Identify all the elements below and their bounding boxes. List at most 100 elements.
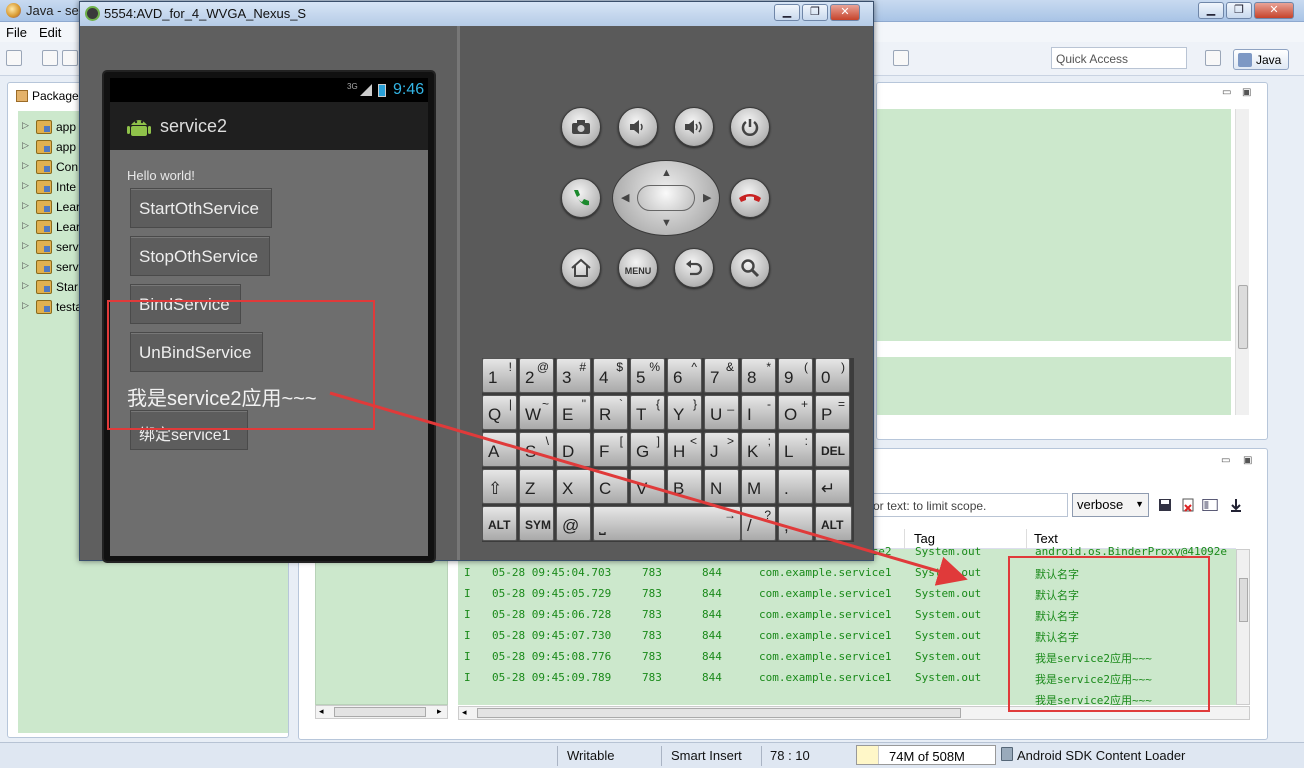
logcat-level-select[interactable]: verbose ▼ <box>1072 493 1149 517</box>
key[interactable]: 3 # <box>556 358 591 393</box>
new-icon[interactable] <box>6 50 22 66</box>
key[interactable]: DEL <box>815 432 850 467</box>
expand-arrow-icon[interactable]: ▷ <box>22 220 29 231</box>
key[interactable]: I- <box>741 395 776 430</box>
expand-arrow-icon[interactable]: ▷ <box>22 280 29 291</box>
logcat-vscroll-thumb[interactable] <box>1239 578 1248 622</box>
key[interactable]: C <box>593 469 628 504</box>
key[interactable]: 9( <box>778 358 813 393</box>
dpad[interactable]: ▲ ▼ ◀ ▶ <box>612 160 720 236</box>
key[interactable]: E " <box>556 395 591 430</box>
key[interactable]: G] <box>630 432 665 467</box>
clear-log-icon[interactable] <box>1180 497 1196 513</box>
scroll-left-icon[interactable]: ◂ <box>319 706 324 717</box>
minimize-button[interactable]: ▁ <box>1198 2 1224 19</box>
package-item[interactable]: ▷ Lear <box>18 197 88 217</box>
package-item[interactable]: ▷ Lear <box>18 217 88 237</box>
toggle-filters-icon[interactable] <box>1202 497 1218 513</box>
key[interactable]: ALT <box>815 506 852 541</box>
key[interactable]: @ <box>556 506 591 541</box>
key[interactable]: R ` <box>593 395 628 430</box>
open-perspective-icon[interactable] <box>1205 50 1221 66</box>
key[interactable]: 1! <box>482 358 517 393</box>
dpad-up-icon[interactable]: ▲ <box>661 167 672 179</box>
menu-edit[interactable]: Edit <box>39 25 61 40</box>
key[interactable]: 6 ^ <box>667 358 702 393</box>
scroll-lock-icon[interactable] <box>1228 497 1244 513</box>
key[interactable]: F[ <box>593 432 628 467</box>
menu-button[interactable]: MENU <box>618 248 658 288</box>
emulator-maximize-button[interactable]: ❐ <box>802 4 828 21</box>
end-call-button[interactable] <box>730 178 770 218</box>
scroll-left-icon[interactable]: ◂ <box>462 707 467 718</box>
expand-arrow-icon[interactable]: ▷ <box>22 180 29 191</box>
start-oth-service-button[interactable]: StartOthService <box>130 188 272 228</box>
package-item[interactable]: ▷ serv <box>18 257 88 277</box>
key[interactable]: 7 & <box>704 358 739 393</box>
package-item[interactable]: ▷ Con <box>18 157 88 177</box>
key[interactable]: ALT <box>482 506 517 541</box>
package-item[interactable]: ▷ Star <box>18 277 88 297</box>
expand-arrow-icon[interactable]: ▷ <box>22 200 29 211</box>
call-button[interactable] <box>561 178 601 218</box>
key[interactable]: H < <box>667 432 702 467</box>
package-explorer-tab[interactable]: Package <box>12 85 86 107</box>
toolbar-misc-icon[interactable] <box>893 50 909 66</box>
key[interactable]: 0) <box>815 358 850 393</box>
key[interactable]: T{ <box>630 395 665 430</box>
scroll-right-icon[interactable]: ▸ <box>437 706 442 717</box>
key[interactable]: Z <box>519 469 554 504</box>
editor-scroll-thumb[interactable] <box>1238 285 1248 349</box>
menu-file[interactable]: File <box>6 25 27 40</box>
key[interactable]: X <box>556 469 591 504</box>
garbage-collect-icon[interactable] <box>1001 747 1013 761</box>
volume-down-button[interactable] <box>618 107 658 147</box>
key[interactable]: D <box>556 432 591 467</box>
package-item[interactable]: ▷ serv <box>18 237 88 257</box>
heap-status[interactable]: 74M of 508M <box>856 745 996 765</box>
java-perspective-button[interactable]: Java <box>1233 49 1289 70</box>
expand-arrow-icon[interactable]: ▷ <box>22 260 29 271</box>
key[interactable]: B <box>667 469 702 504</box>
expand-arrow-icon[interactable]: ▷ <box>22 160 29 171</box>
dpad-left-icon[interactable]: ◀ <box>621 191 629 204</box>
save-log-icon[interactable] <box>1157 497 1173 513</box>
key[interactable]: ↵ <box>815 469 850 504</box>
logcat-filter-input[interactable]: or text: to limit scope. <box>868 493 1068 517</box>
key[interactable]: V <box>630 469 665 504</box>
save-icon[interactable] <box>42 50 58 66</box>
key[interactable]: 5% <box>630 358 665 393</box>
camera-button[interactable] <box>561 107 601 147</box>
key[interactable]: K; <box>741 432 776 467</box>
log-minimize-icon[interactable]: ▭ <box>1221 455 1230 466</box>
dpad-down-icon[interactable]: ▼ <box>661 217 672 229</box>
package-item[interactable]: ▷ testa <box>18 297 88 317</box>
expand-arrow-icon[interactable]: ▷ <box>22 300 29 311</box>
key[interactable]: , <box>778 506 813 541</box>
key[interactable]: N <box>704 469 739 504</box>
filter-list-hscrollbar[interactable]: ◂ ▸ <box>315 705 448 719</box>
key[interactable]: M <box>741 469 776 504</box>
panel-maximize-icon[interactable]: ▣ <box>1242 87 1251 98</box>
key[interactable]: A <box>482 432 517 467</box>
emulator-minimize-button[interactable]: ▁ <box>774 4 800 21</box>
key[interactable]: J > <box>704 432 739 467</box>
key[interactable]: Q | <box>482 395 517 430</box>
home-button[interactable] <box>561 248 601 288</box>
search-button[interactable] <box>730 248 770 288</box>
package-item[interactable]: ▷ app <box>18 137 88 157</box>
dpad-right-icon[interactable]: ▶ <box>703 191 711 204</box>
back-button[interactable] <box>674 248 714 288</box>
key[interactable]: 8 * <box>741 358 776 393</box>
quick-access-input[interactable]: Quick Access <box>1051 47 1187 69</box>
key[interactable]: W ~ <box>519 395 554 430</box>
logcat-vertical-scrollbar[interactable] <box>1236 549 1250 705</box>
key[interactable]: P = <box>815 395 850 430</box>
key[interactable]: Y} <box>667 395 702 430</box>
key[interactable]: SYM <box>519 506 554 541</box>
logcat-hscroll-thumb[interactable] <box>477 708 961 718</box>
key[interactable]: O + <box>778 395 813 430</box>
package-item[interactable]: ▷ app <box>18 117 88 137</box>
key[interactable]: S \ <box>519 432 554 467</box>
key[interactable]: 4 $ <box>593 358 628 393</box>
